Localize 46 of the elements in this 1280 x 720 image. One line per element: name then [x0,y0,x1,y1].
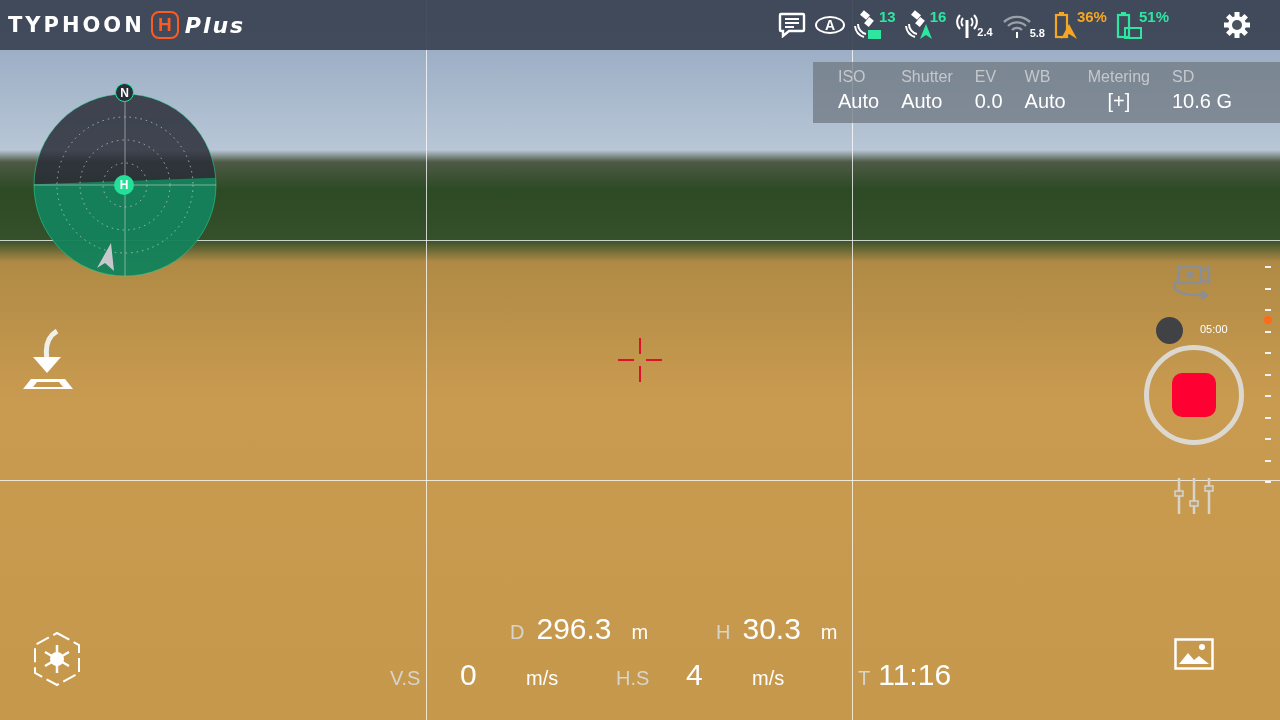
setting-label: Metering [1087,68,1150,86]
telemetry-label: D [510,621,525,644]
altitude-mode-icon[interactable]: A [814,16,845,34]
telemetry-label: H [716,621,731,644]
setting-value[interactable]: 0.0 [974,90,1003,113]
drone-settings-icon[interactable] [31,631,83,687]
setting-value[interactable]: Auto [838,90,880,113]
telemetry-label: V.S [390,667,422,690]
battery-percent: 36% [1076,8,1107,25]
telemetry-value: 4 [686,658,704,692]
telemetry-unit: m/s [752,667,785,690]
telemetry-unit: m/s [526,667,559,690]
telemetry-unit: m [820,621,838,644]
setting-value[interactable]: Auto [901,90,943,113]
satellite-count: 16 [929,8,947,25]
logo-text: TYPHOON [8,13,145,37]
landing-icon[interactable] [21,329,75,391]
frequency-label: 5.8 [1029,26,1045,39]
setting-value[interactable]: [+] [1107,90,1131,113]
satellite-icon[interactable] [853,10,882,40]
message-icon[interactable] [777,12,806,38]
battery-percent: 51% [1138,8,1169,25]
telemetry-label: T [858,667,871,690]
setting-label: SD [1171,68,1195,86]
telemetry-value: 30.3 [742,612,801,646]
setting-value[interactable]: Auto [1024,90,1066,113]
satellite-count: 13 [878,8,896,25]
sliders-icon[interactable] [1174,478,1214,514]
setting-label: WB [1024,68,1051,86]
telemetry-value: 0 [460,658,478,692]
setting-label: ISO [838,68,866,86]
telemetry-value: 296.3 [536,612,612,646]
crosshair-icon [618,338,662,382]
telemetry-label: H.S [616,667,651,690]
logo-badge: H [150,11,179,39]
record-button[interactable] [1144,345,1244,445]
telemetry-unit: m [631,621,649,644]
record-timer: 05:00 [1200,323,1228,335]
gallery-icon[interactable] [1174,638,1214,670]
settings-icon[interactable] [1222,10,1252,40]
setting-label: EV [974,68,997,86]
logo-suffix: Plus [184,12,246,38]
setting-label: Shutter [901,68,953,86]
frequency-label: 2.4 [977,26,993,38]
setting-value[interactable]: 10.6 G [1171,90,1232,113]
telemetry-value: 11:16 [878,658,952,692]
